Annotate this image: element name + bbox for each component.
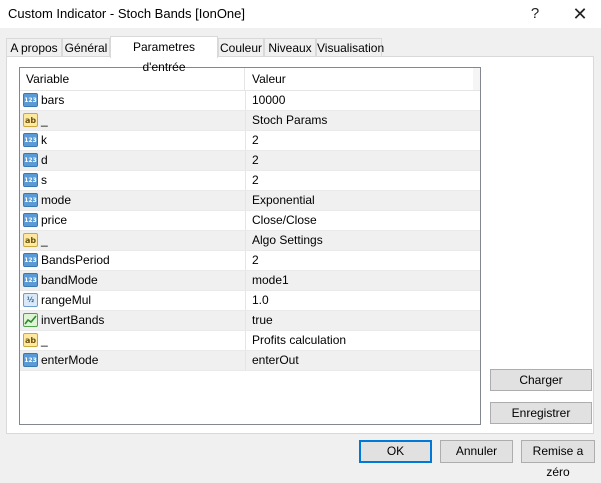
value-cell[interactable]: 1.0: [252, 291, 269, 310]
int-type-icon: 123: [23, 133, 38, 147]
value-cell[interactable]: true: [252, 311, 273, 330]
variable-name: bandMode: [41, 273, 98, 287]
string-type-icon: ab: [23, 113, 38, 127]
save-button[interactable]: Enregistrer: [490, 402, 592, 424]
title-bar: Custom Indicator - Stoch Bands [IonOne] …: [0, 0, 601, 28]
variable-name: invertBands: [41, 313, 105, 327]
table-row[interactable]: 123 d 2: [20, 151, 480, 171]
value-cell[interactable]: 10000: [252, 91, 285, 110]
table-row[interactable]: ab _ Algo Settings: [20, 231, 480, 251]
variable-name: mode: [41, 193, 72, 207]
int-type-icon: 123: [23, 93, 38, 107]
string-type-icon: ab: [23, 233, 38, 247]
value-cell[interactable]: 2: [252, 131, 259, 150]
table-row[interactable]: ab _ Stoch Params: [20, 111, 480, 131]
variable-name: bars: [41, 93, 65, 107]
variable-cell[interactable]: 123 bars: [20, 91, 246, 110]
close-button[interactable]: ✕: [563, 0, 597, 28]
variable-cell[interactable]: 123 enterMode: [20, 351, 246, 370]
cancel-button[interactable]: Annuler: [440, 440, 513, 463]
table-body: 123 bars 10000 ab _ Stoch Params 123 k 2 123 d 2 123…: [20, 91, 480, 371]
header-edge: [473, 68, 480, 90]
column-header-variable[interactable]: Variable: [20, 68, 245, 90]
value-cell[interactable]: 2: [252, 251, 259, 270]
table-row[interactable]: ab _ Profits calculation: [20, 331, 480, 351]
tab-niveaux[interactable]: Niveaux: [264, 38, 316, 56]
int-type-icon: 123: [23, 213, 38, 227]
double-type-icon: ½: [23, 293, 38, 307]
value-cell[interactable]: 2: [252, 171, 259, 190]
variable-name: enterMode: [41, 353, 99, 367]
variable-cell[interactable]: ab _: [20, 111, 246, 130]
value-cell[interactable]: Close/Close: [252, 211, 317, 230]
value-cell[interactable]: Exponential: [252, 191, 315, 210]
int-type-icon: 123: [23, 273, 38, 287]
variable-cell[interactable]: ½ rangeMul: [20, 291, 246, 310]
column-header-value[interactable]: Valeur: [246, 68, 480, 90]
variable-cell[interactable]: invertBands: [20, 311, 246, 330]
window-title: Custom Indicator - Stoch Bands [IonOne]: [8, 6, 246, 21]
int-type-icon: 123: [23, 153, 38, 167]
value-cell[interactable]: Profits calculation: [252, 331, 346, 350]
value-cell[interactable]: 2: [252, 151, 259, 170]
variable-name: _: [41, 333, 48, 347]
table-row[interactable]: ½ rangeMul 1.0: [20, 291, 480, 311]
variable-name: _: [41, 113, 48, 127]
variable-name: BandsPeriod: [41, 253, 110, 267]
table-row[interactable]: invertBands true: [20, 311, 480, 331]
variable-cell[interactable]: ab _: [20, 231, 246, 250]
value-cell[interactable]: Stoch Params: [252, 111, 327, 130]
reset-button[interactable]: Remise a zéro: [521, 440, 595, 479]
variable-name: s: [41, 173, 47, 187]
tab-input-parameters[interactable]: Parametres d'entrée: [110, 36, 218, 74]
variable-name: rangeMul: [41, 293, 92, 307]
table-row[interactable]: 123 bandMode mode1: [20, 271, 480, 291]
int-type-icon: 123: [23, 253, 38, 267]
table-row[interactable]: 123 price Close/Close: [20, 211, 480, 231]
variable-cell[interactable]: 123 bandMode: [20, 271, 246, 290]
help-button[interactable]: ?: [518, 0, 552, 28]
value-cell[interactable]: mode1: [252, 271, 289, 290]
variable-cell[interactable]: 123 mode: [20, 191, 246, 210]
variable-cell[interactable]: 123 s: [20, 171, 246, 190]
tab-visualisation[interactable]: Visualisation: [316, 38, 384, 56]
table-row[interactable]: 123 bars 10000: [20, 91, 480, 111]
table-row[interactable]: 123 mode Exponential: [20, 191, 480, 211]
variable-name: d: [41, 153, 48, 167]
load-button[interactable]: Charger: [490, 369, 592, 391]
bool-type-icon: [23, 313, 38, 327]
variable-name: _: [41, 233, 48, 247]
string-type-icon: ab: [23, 333, 38, 347]
variable-cell[interactable]: 123 k: [20, 131, 246, 150]
table-row[interactable]: 123 k 2: [20, 131, 480, 151]
value-cell[interactable]: enterOut: [252, 351, 299, 370]
tab-panel: Variable Valeur 123 bars 10000 ab _ Stoch Par…: [6, 56, 594, 434]
parameters-table: Variable Valeur 123 bars 10000 ab _ Stoch Par…: [19, 67, 481, 425]
value-cell[interactable]: Algo Settings: [252, 231, 323, 250]
table-row[interactable]: 123 BandsPeriod 2: [20, 251, 480, 271]
variable-cell[interactable]: 123 d: [20, 151, 246, 170]
int-type-icon: 123: [23, 353, 38, 367]
tab-couleur[interactable]: Couleur: [218, 38, 264, 56]
variable-name: k: [41, 133, 47, 147]
variable-cell[interactable]: ab _: [20, 331, 246, 350]
variable-name: price: [41, 213, 68, 227]
int-type-icon: 123: [23, 193, 38, 207]
variable-cell[interactable]: 123 price: [20, 211, 246, 230]
table-row[interactable]: 123 enterMode enterOut: [20, 351, 480, 371]
variable-cell[interactable]: 123 BandsPeriod: [20, 251, 246, 270]
tab-a-propos[interactable]: A propos: [6, 38, 62, 56]
tab-general[interactable]: Général: [62, 38, 110, 56]
table-header: Variable Valeur: [20, 68, 480, 91]
int-type-icon: 123: [23, 173, 38, 187]
ok-button[interactable]: OK: [359, 440, 432, 463]
table-row[interactable]: 123 s 2: [20, 171, 480, 191]
